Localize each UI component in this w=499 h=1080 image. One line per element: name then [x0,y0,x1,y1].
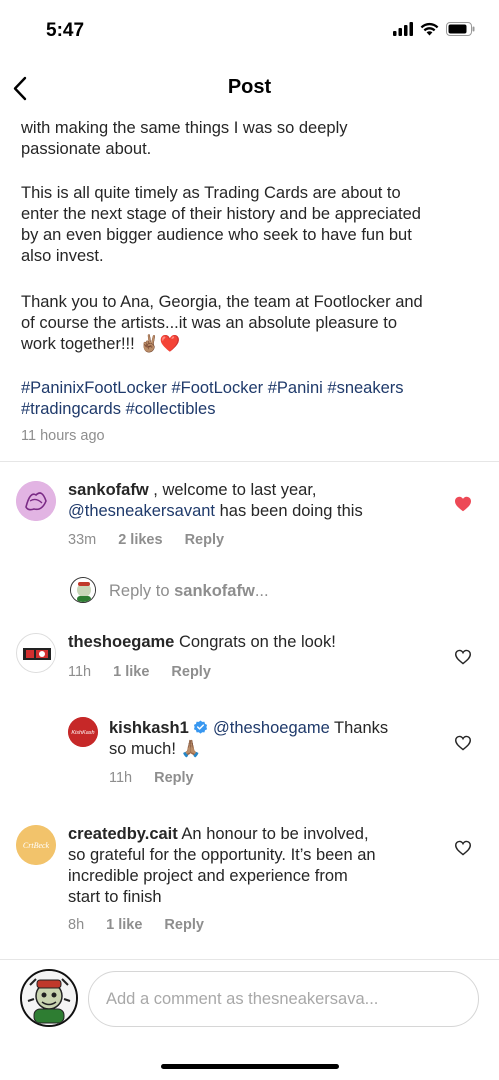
reply-to-username: sankofafw [174,582,255,600]
comment-body: sankofafw , welcome to last year, @thesn… [68,480,448,522]
home-indicator [161,1064,339,1069]
reply-button[interactable]: Reply [171,664,211,680]
comment-text: , welcome to last year, [148,481,317,499]
comment-input[interactable]: Add a comment as thesneakersava... [88,971,479,1027]
nav-header: Post [0,64,499,112]
reply-button[interactable]: Reply [164,917,204,933]
current-user-avatar [20,969,78,1027]
caption-line: enter the next stage of their history an… [21,205,421,223]
heart-outline-icon [454,649,472,665]
hashtag-link[interactable]: #FootLocker [171,379,263,397]
caption-line: This is all quite timely as Trading Card… [21,184,401,202]
battery-icon [446,22,475,36]
comment-text: so much! 🙏🏽 [109,740,202,758]
verified-badge-icon [194,720,208,734]
avatar-text: KishKash [71,730,94,736]
caption-line: Thank you to Ana, Georgia, the team at F… [21,293,423,311]
avatar-graphic: CrtBeck [16,825,56,865]
hashtag-link[interactable]: #collectibles [126,400,216,418]
comment-meta: 11h 1 like Reply [68,664,211,680]
avatar-kishkash1[interactable]: KishKash [68,717,98,747]
mention-link[interactable]: @thesneakersavant [68,502,215,520]
comment-body: createdby.cait An honour to be involved,… [68,824,448,908]
avatar-sankofafw[interactable] [16,481,56,521]
comment-time: 11h [109,770,133,786]
reply-to-suffix: ... [254,582,269,600]
comment-time: 11h [68,664,92,680]
hashtag-link[interactable]: #tradingcards [21,400,121,418]
divider [0,461,499,462]
hashtag-link[interactable]: #Panini [268,379,323,397]
caption-line: passionate about. [21,140,152,158]
hashtag-link[interactable]: #PaninixFootLocker [21,379,167,397]
like-button[interactable] [454,840,472,856]
avatar-text: CrtBeck [23,841,50,850]
reply-avatar [70,577,96,603]
mention-link[interactable]: @theshoegame [213,719,330,737]
comment-text: has been doing this [215,502,363,520]
hashtag-link[interactable]: #sneakers [327,379,403,397]
comment-meta: 8h 1 like Reply [68,917,204,933]
comment-username[interactable]: createdby.cait [68,825,178,843]
comment-text: An honour to be involved, [177,825,369,843]
like-button[interactable] [454,649,472,665]
like-button[interactable] [454,735,472,751]
caption-line: by an even bigger audience who seek to h… [21,226,412,244]
comment-bar: Add a comment as thesneakersava... [0,960,499,1040]
reply-to-prefix: Reply to [109,582,175,600]
caption-line: work together!!! ✌🏽❤️ [21,335,181,353]
comment-text: incredible project and experience from [68,867,348,885]
caption-line: of course the artists...it was an absolu… [21,314,398,332]
comment-username[interactable]: theshoegame [68,633,174,651]
comment-text: Congrats on the look! [174,633,336,651]
avatar-graphic [16,481,56,521]
heart-outline-icon [454,735,472,751]
reply-button[interactable]: Reply [185,532,225,548]
comment-meta: 11h Reply [109,770,194,786]
status-time: 5:47 [46,20,85,41]
caption-paragraph-2: This is all quite timely as Trading Card… [21,183,485,267]
comment-body: theshoegame Congrats on the look! [68,632,448,653]
likes-count[interactable]: 1 like [113,664,149,680]
comment-username[interactable]: kishkash1 [109,719,189,737]
likes-count[interactable]: 1 like [106,917,142,933]
comment-body: kishkash1 @theshoegame Thanks so much! 🙏… [109,718,429,760]
comment-meta: 33m 2 likes Reply [68,532,224,548]
comment-text: Thanks [329,719,389,737]
cellular-signal-icon [393,22,413,36]
avatar-graphic [22,971,76,1025]
heart-outline-icon [454,840,472,856]
comment-text: so grateful for the opportunity. It’s be… [68,846,376,864]
reply-button[interactable]: Reply [154,770,194,786]
caption-line: also invest. [21,247,104,265]
caption-line: with making the same things I was so dee… [21,119,348,137]
wifi-icon [420,22,439,36]
status-bar: 5:47 [0,0,499,60]
avatar-graphic [18,635,55,672]
comment-time: 8h [68,917,85,933]
comment-text: start to finish [68,888,162,906]
status-icons [393,22,475,36]
avatar-graphic [71,578,95,602]
likes-count[interactable]: 2 likes [118,532,162,548]
avatar-graphic: KishKash [68,717,98,747]
caption-paragraph-1: with making the same things I was so dee… [21,118,485,160]
comment-time: 33m [68,532,97,548]
avatar-theshoegame[interactable] [16,633,56,673]
hashtags: #PaninixFootLocker #FootLocker #Panini #… [21,378,481,420]
comment-username[interactable]: sankofafw [68,481,149,499]
like-button[interactable] [454,496,472,512]
post-timestamp: 11 hours ago [21,428,105,444]
caption-paragraph-3: Thank you to Ana, Georgia, the team at F… [21,292,485,355]
reply-to-prompt[interactable]: Reply to sankofafw... [109,582,269,601]
avatar-createdby-cait[interactable]: CrtBeck [16,825,56,865]
page-title: Post [227,76,272,98]
heart-filled-icon [455,496,471,512]
